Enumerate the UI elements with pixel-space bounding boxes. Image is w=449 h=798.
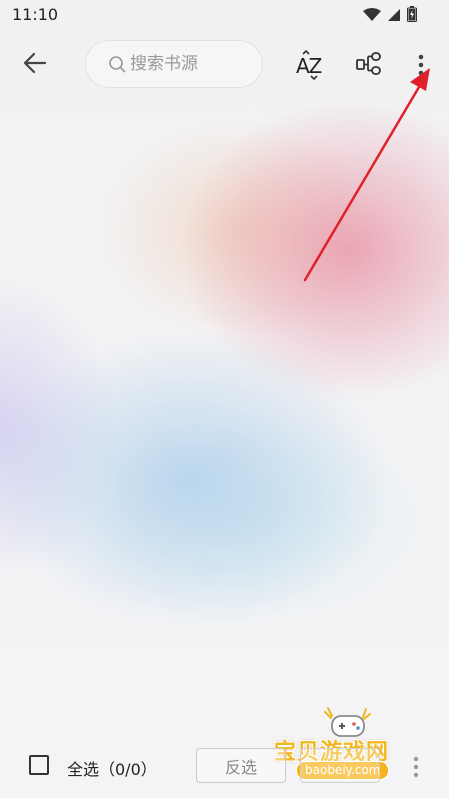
arrow-left-icon bbox=[20, 52, 50, 82]
more-vertical-icon bbox=[406, 54, 436, 84]
bottom-bar: 全选（0/0） 反选 bbox=[0, 738, 449, 798]
more-options-button[interactable] bbox=[406, 50, 438, 80]
battery-charging-icon bbox=[407, 6, 417, 26]
arrow-annotation bbox=[303, 68, 430, 282]
group-button[interactable] bbox=[354, 50, 386, 80]
sort-button[interactable]: AZ bbox=[294, 49, 326, 81]
status-icons bbox=[363, 6, 417, 26]
back-button[interactable] bbox=[20, 48, 50, 78]
status-bar: 11:10 bbox=[0, 0, 449, 30]
select-all-label: 全选（0/0） bbox=[67, 760, 157, 779]
group-icon bbox=[354, 52, 384, 84]
more-vertical-icon bbox=[413, 756, 419, 778]
select-all-checkbox[interactable] bbox=[29, 755, 49, 775]
toolbar: AZ bbox=[0, 30, 449, 100]
search-input[interactable] bbox=[130, 49, 250, 79]
signal-icon bbox=[387, 7, 401, 26]
invert-selection-button[interactable]: 反选 bbox=[196, 748, 286, 783]
status-time: 11:10 bbox=[12, 5, 59, 24]
search-box[interactable] bbox=[85, 40, 263, 88]
search-icon bbox=[108, 55, 126, 77]
sort-label: AZ bbox=[296, 54, 322, 78]
action-button[interactable] bbox=[300, 748, 380, 783]
bottom-more-button[interactable] bbox=[410, 754, 422, 784]
wifi-icon bbox=[363, 7, 381, 26]
